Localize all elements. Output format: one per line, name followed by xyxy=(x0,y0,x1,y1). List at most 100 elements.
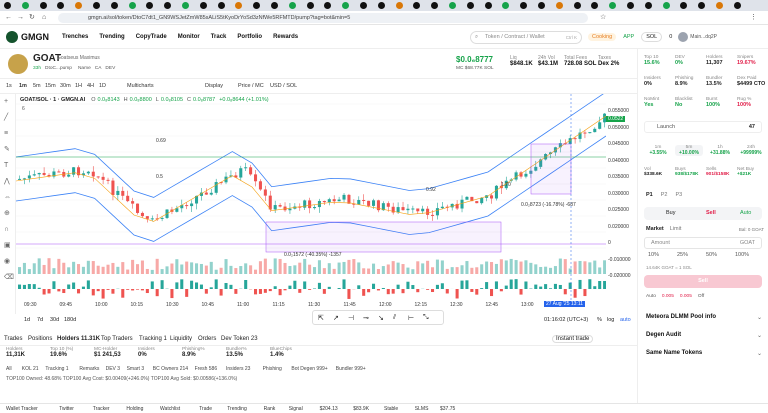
range-7d[interactable]: 7d xyxy=(37,317,43,323)
browser-tab[interactable] xyxy=(4,2,11,9)
browser-tab[interactable] xyxy=(466,2,474,9)
setting-tip[interactable]: 0.005 xyxy=(680,294,692,299)
range-tool-icon[interactable]: ⊢ xyxy=(408,314,414,322)
browser-tab[interactable] xyxy=(39,2,47,9)
holder-filter-chip[interactable]: Fresh 586 xyxy=(195,366,218,372)
auto-toggle[interactable]: auto xyxy=(620,317,631,323)
token-address[interactable]: DtoC...pump xyxy=(45,66,72,71)
star-icon[interactable]: ☆ xyxy=(600,14,606,22)
currency-toggle[interactable]: USD / SOL xyxy=(270,83,297,89)
browser-tab[interactable] xyxy=(520,2,528,9)
status-item[interactable]: $83.9K xyxy=(353,406,369,412)
log-toggle[interactable]: log xyxy=(607,317,614,323)
browser-tab[interactable] xyxy=(716,2,723,9)
browser-tab[interactable] xyxy=(21,2,29,9)
status-item[interactable]: Holding xyxy=(126,406,143,412)
line-icon[interactable]: ↗ xyxy=(333,314,339,322)
holder-filter-chip[interactable]: Bundler 999+ xyxy=(336,366,366,372)
holder-filter-chip[interactable]: Tracking 1 xyxy=(45,366,68,372)
preset-p1[interactable]: P1 xyxy=(646,192,653,198)
hline-icon[interactable]: ⊣ xyxy=(348,314,354,322)
amount-percent-button[interactable]: 10% xyxy=(648,252,659,258)
preset-p2[interactable]: P2 xyxy=(661,192,668,198)
pattern-icon[interactable]: ⋀ xyxy=(4,178,12,186)
auto-tab[interactable]: Auto xyxy=(740,210,751,216)
browser-tab[interactable] xyxy=(110,2,118,9)
parallel-icon[interactable]: ⫽ xyxy=(393,314,396,322)
nav-trenches[interactable]: Trenches xyxy=(62,34,88,40)
browser-tab[interactable] xyxy=(573,2,581,9)
menu-icon[interactable]: ⋮ xyxy=(750,14,757,22)
browser-tab[interactable] xyxy=(253,2,261,9)
holder-filter-chip[interactable]: All xyxy=(6,366,12,372)
browser-tab[interactable] xyxy=(164,2,172,9)
browser-tab[interactable] xyxy=(146,2,154,9)
resize-icon[interactable]: ⤡ xyxy=(423,314,429,322)
amount-percent-button[interactable]: 50% xyxy=(706,252,717,258)
browser-tab[interactable] xyxy=(235,2,243,9)
browser-tab[interactable] xyxy=(395,2,403,9)
nav-portfolio[interactable]: Portfolio xyxy=(237,34,262,40)
browser-tab[interactable] xyxy=(484,2,492,9)
nav-track[interactable]: Track xyxy=(211,34,227,40)
brush-icon[interactable]: ✎ xyxy=(4,146,12,154)
browser-tab[interactable] xyxy=(57,2,65,9)
browser-tab[interactable] xyxy=(555,2,563,9)
status-item[interactable]: Trending xyxy=(227,406,247,412)
browser-tab[interactable] xyxy=(733,2,741,9)
tab-positions[interactable]: Positions xyxy=(28,336,52,342)
browser-tab[interactable] xyxy=(93,2,100,9)
range-180d[interactable]: 180d xyxy=(64,317,76,323)
tf-4h[interactable]: 4H xyxy=(87,83,94,89)
range-30d[interactable]: 30d xyxy=(50,317,59,323)
tf-5m[interactable]: 5m xyxy=(33,83,41,89)
browser-tab[interactable] xyxy=(324,2,332,9)
browser-tab[interactable] xyxy=(217,2,225,9)
price-chart[interactable]: 0.0₂1572 (-40.35%) -1357 0.0₂8723 (-16.78… xyxy=(16,94,606,304)
fib-icon[interactable]: ≡ xyxy=(4,130,12,138)
browser-tab[interactable] xyxy=(680,2,688,9)
status-item[interactable]: $37.75 xyxy=(440,406,455,412)
lock-icon[interactable]: ▣ xyxy=(4,242,12,250)
arrow-icon[interactable]: ↘ xyxy=(378,314,384,322)
browser-tab[interactable] xyxy=(431,2,439,9)
browser-tab[interactable] xyxy=(609,2,617,9)
holder-filter-chip[interactable]: Smart 3 xyxy=(127,366,145,372)
wallet-label[interactable]: Main...dq2P xyxy=(690,34,717,40)
same-name-section[interactable]: Same Name Tokens xyxy=(646,350,702,356)
browser-tab[interactable] xyxy=(75,2,83,9)
browser-tab[interactable] xyxy=(288,2,296,9)
period-change[interactable]: 1h +31.88% xyxy=(706,145,734,156)
browser-tab[interactable] xyxy=(271,2,278,9)
holder-filter-chip[interactable]: BC Owners 214 xyxy=(153,366,188,372)
holder-filter-chip[interactable]: Insiders 23 xyxy=(226,366,250,372)
status-item[interactable]: Trade xyxy=(199,406,212,412)
tag-name[interactable]: Name xyxy=(78,66,91,71)
range-1d[interactable]: 1d xyxy=(24,317,30,323)
tab-orders[interactable]: Orders xyxy=(198,336,216,342)
browser-tab[interactable] xyxy=(591,2,599,9)
price-mc-toggle[interactable]: Price / MC xyxy=(238,83,264,89)
percent-toggle[interactable]: % xyxy=(597,317,602,323)
measure-icon[interactable]: ⇔ xyxy=(4,194,12,202)
display-button[interactable]: Display xyxy=(205,83,223,89)
holder-filter-chip[interactable]: Phishing xyxy=(263,366,282,372)
amount-percent-button[interactable]: 100% xyxy=(735,252,749,258)
trendline-icon[interactable]: ╱ xyxy=(4,114,12,122)
period-change[interactable]: 24h +99999% xyxy=(737,145,765,156)
amount-percent-button[interactable]: 25% xyxy=(677,252,688,258)
home-icon[interactable]: ⌂ xyxy=(42,14,46,22)
browser-tab[interactable] xyxy=(627,2,634,9)
logo[interactable]: GMGN xyxy=(6,31,49,43)
eye-icon[interactable]: ◉ xyxy=(4,258,12,266)
chevron-down-icon[interactable]: ⌄ xyxy=(757,350,762,357)
tf-1m[interactable]: 1m xyxy=(19,83,27,89)
status-item[interactable]: Watchlist xyxy=(160,406,180,412)
tab-tracking[interactable]: Tracking 1 xyxy=(139,336,167,342)
text-icon[interactable]: T xyxy=(4,162,12,170)
cooking-button[interactable]: Cooking xyxy=(588,33,617,41)
browser-tab[interactable] xyxy=(377,2,385,9)
degen-audit-section[interactable]: Degen Audit xyxy=(646,332,681,338)
browser-tab[interactable] xyxy=(128,2,136,9)
status-item[interactable]: Tracker xyxy=(93,406,110,412)
